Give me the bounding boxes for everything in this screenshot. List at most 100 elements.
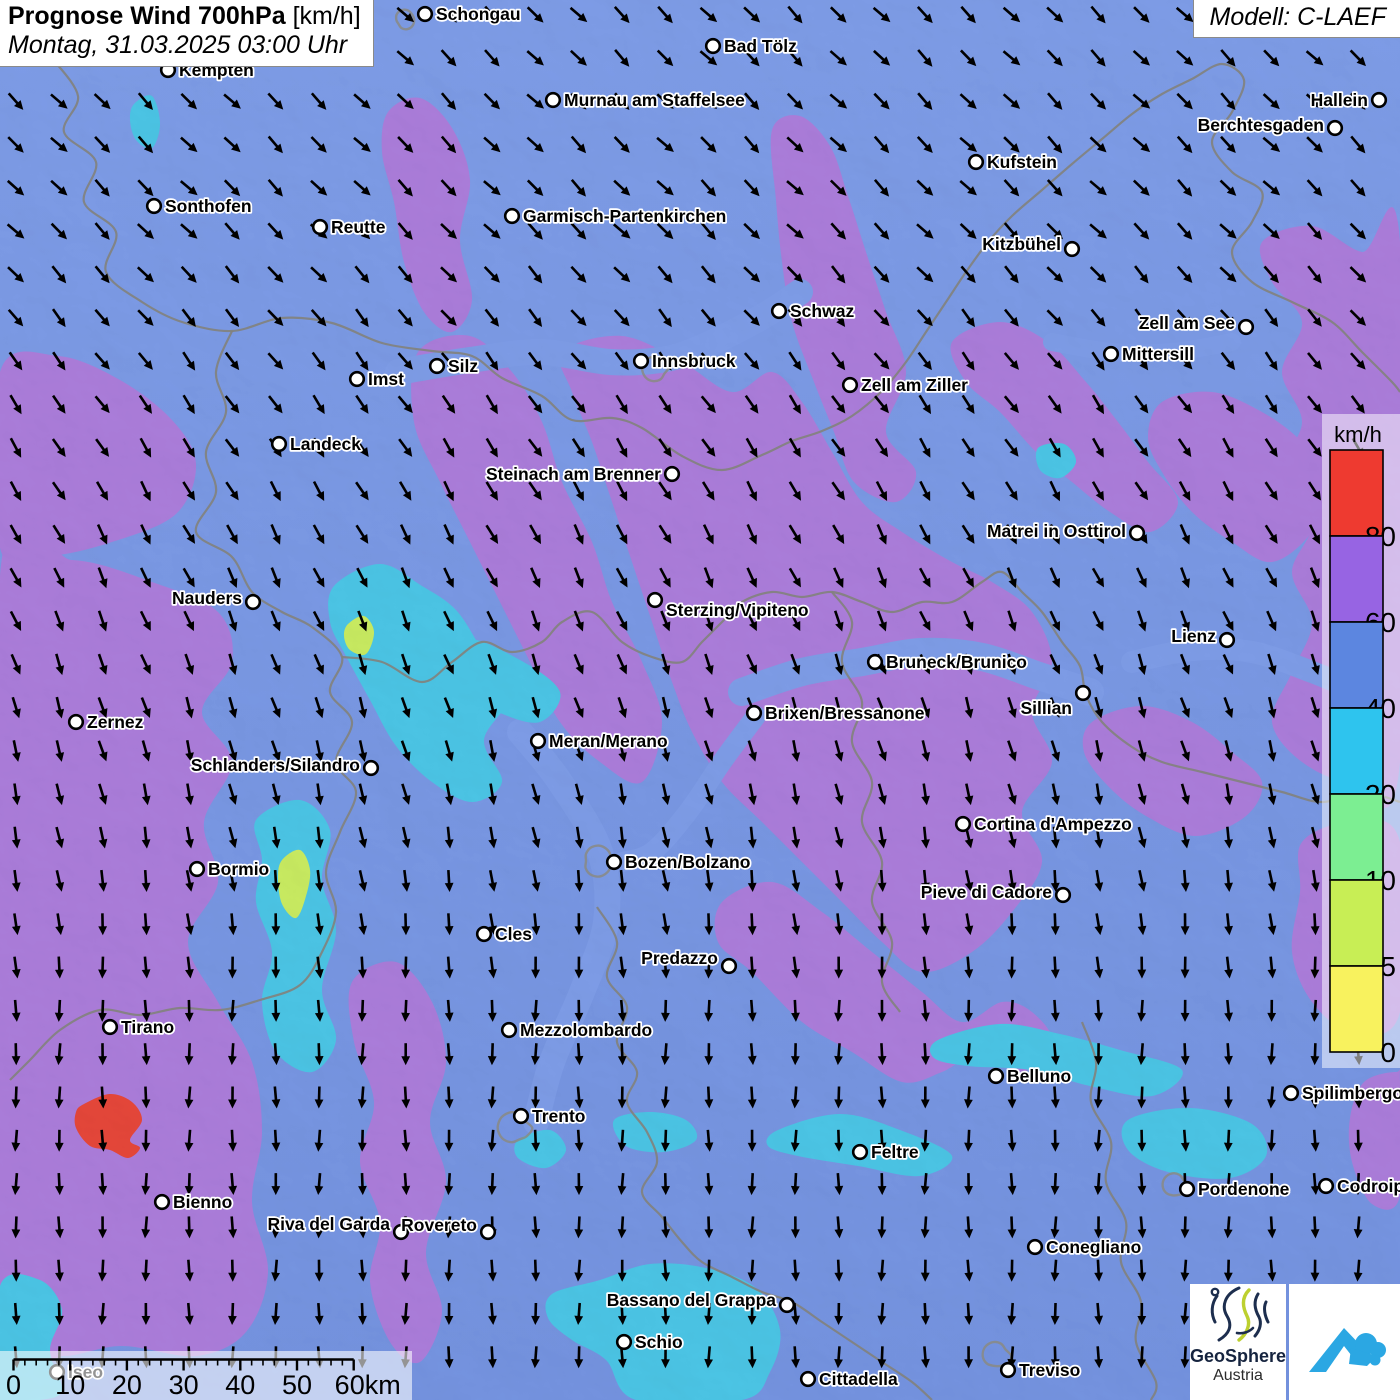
city-marker — [1282, 1084, 1300, 1102]
city: Matrei in Osttirol — [985, 519, 1146, 543]
scale-label: 50 — [282, 1370, 312, 1400]
city-marker — [615, 1333, 633, 1351]
city-label: Murnau am Staffelsee — [564, 90, 745, 110]
city-label: Feltre — [871, 1142, 919, 1162]
city-marker — [663, 465, 681, 483]
city-label: Mittersill — [1122, 344, 1194, 364]
city-marker — [1026, 1238, 1044, 1256]
city-label: Nauders — [172, 588, 242, 608]
city: Silz — [428, 354, 480, 378]
city-marker — [500, 1021, 518, 1039]
city-marker — [1237, 318, 1255, 336]
city-marker — [145, 197, 163, 215]
city-marker — [1370, 91, 1388, 109]
legend-tick-label: 0 — [1380, 1037, 1396, 1068]
legend-unit: km/h — [1334, 422, 1382, 447]
map-datetime: Montag, 31.03.2025 03:00 Uhr — [8, 31, 348, 59]
city-label: Codroipo — [1337, 1176, 1400, 1196]
city-marker — [720, 957, 738, 975]
city-label: Garmisch-Partenkirchen — [523, 206, 726, 226]
legend-block — [1329, 879, 1384, 967]
city-marker — [1074, 684, 1092, 702]
city: Schlanders/Silandro — [189, 753, 380, 777]
city-label: Meran/Merano — [549, 731, 668, 751]
city-label: Cittadella — [819, 1369, 898, 1389]
city: Cortina d'Ampezzo — [954, 812, 1133, 836]
city-label: Riva del Garda — [267, 1214, 390, 1234]
city-marker — [479, 1223, 497, 1241]
city-label: Spilimbergo — [1302, 1083, 1400, 1103]
city-label: Imst — [368, 369, 404, 389]
city-marker — [362, 759, 380, 777]
title-box: Prognose Wind 700hPa [km/h] Montag, 31.0… — [0, 0, 374, 67]
city-label: Cortina d'Ampezzo — [974, 814, 1132, 834]
city-label: Bienno — [173, 1192, 232, 1212]
city-marker — [67, 713, 85, 731]
city-marker — [188, 860, 206, 878]
map-title-unit: [km/h] — [285, 2, 361, 30]
city-label: Zernez — [87, 712, 144, 732]
city-label: Belluno — [1007, 1066, 1071, 1086]
city-marker — [778, 1296, 796, 1314]
city-label: Tirano — [121, 1017, 174, 1037]
city: Tirano — [101, 1015, 176, 1039]
city-marker — [745, 704, 763, 722]
city-label: Schongau — [436, 4, 521, 24]
city-label: Predazzo — [641, 948, 718, 968]
mountain-logo — [1289, 1284, 1400, 1400]
city-label: Zell am See — [1139, 313, 1236, 333]
city-marker — [153, 1193, 171, 1211]
city: Garmisch-Partenkirchen — [503, 204, 728, 228]
city-label: Bad Tölz — [724, 36, 797, 56]
city-marker — [851, 1143, 869, 1161]
weather-map-app: Schongau Bad Tölz Kempten Murnau am Staffel… — [0, 0, 1400, 1400]
city-label: Brixen/Bressanone — [765, 703, 925, 723]
city: Conegliano — [1026, 1235, 1143, 1259]
city-label: Matrei in Osttirol — [987, 521, 1126, 541]
city-label: Conegliano — [1046, 1237, 1141, 1257]
city-marker — [416, 5, 434, 23]
city-label: Lienz — [1171, 626, 1216, 646]
city-label: Kitzbühel — [982, 234, 1061, 254]
city-marker — [348, 370, 366, 388]
city-marker — [999, 1361, 1017, 1379]
city: Brixen/Bressanone — [745, 701, 926, 725]
city: Steinach am Brenner — [484, 462, 681, 486]
city-marker — [544, 91, 562, 109]
city: Bassano del Grappa — [605, 1288, 796, 1314]
city-marker — [512, 1107, 530, 1125]
city-label: Bozen/Bolzano — [625, 852, 750, 872]
city: Bozen/Bolzano — [605, 850, 752, 874]
city-label: Treviso — [1019, 1360, 1080, 1380]
scale-label: 20 — [112, 1370, 142, 1400]
city-label: Berchtesgaden — [1198, 115, 1324, 135]
geosphere-logo-name: GeoSphere — [1190, 1346, 1287, 1366]
city-label: Hallein — [1311, 90, 1368, 110]
city-marker — [605, 853, 623, 871]
city-label: Pordenone — [1198, 1179, 1290, 1199]
city: Murnau am Staffelsee — [544, 88, 747, 112]
city-marker — [244, 593, 262, 611]
city-label: Landeck — [290, 434, 361, 454]
legend-block — [1329, 965, 1384, 1053]
city-marker — [1178, 1180, 1196, 1198]
city-marker — [428, 357, 446, 375]
city-marker — [704, 37, 722, 55]
city-marker — [841, 376, 859, 394]
city-marker — [529, 732, 547, 750]
city-label: Schlanders/Silandro — [191, 755, 360, 775]
city-marker — [101, 1018, 119, 1036]
city-marker — [632, 352, 650, 370]
city-marker — [1128, 524, 1146, 542]
geosphere-logo-country: Austria — [1213, 1366, 1263, 1384]
city-label: Silz — [448, 356, 478, 376]
city-marker — [954, 815, 972, 833]
city-label: Bruneck/Brunico — [886, 652, 1027, 672]
city-marker — [1326, 119, 1344, 137]
scale-label: 60km — [335, 1370, 401, 1400]
city-label: Schio — [635, 1332, 683, 1352]
city-label: Innsbruck — [652, 351, 736, 371]
city-marker — [1054, 886, 1072, 904]
geosphere-logo: GeoSphere Austria — [1190, 1284, 1286, 1400]
scale-label: 10 — [55, 1370, 85, 1400]
